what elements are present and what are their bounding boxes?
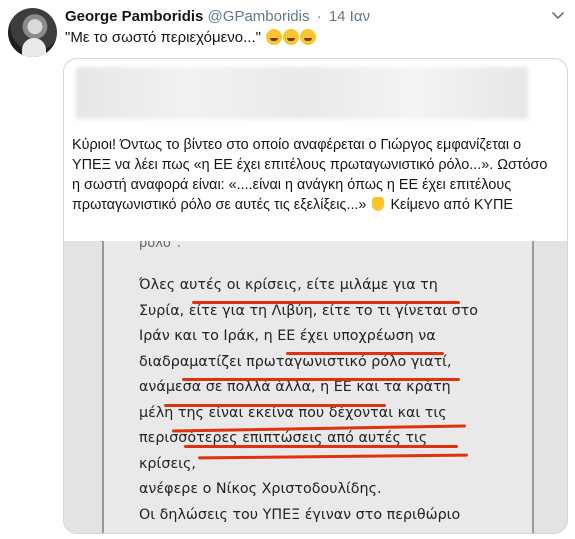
rofl-emoji-icon (300, 29, 317, 45)
tweet-text: "Με το σωστό περιεχόμενο..." (65, 28, 317, 48)
quoted-tweet-text: Κύριοι! Όντως το βίντεο στο οποίο αναφέρ… (72, 135, 558, 215)
tweet-header: George Pamboridis @GPamboridis · 14 Ιαν (65, 7, 545, 27)
tweet-text-body: "Με το σωστό περιεχόμενο..." (65, 29, 261, 46)
red-underline (184, 445, 458, 448)
doc-bottom-line: Οι δηλώσεις του ΥΠΕΞ έγιναν στο περιθώρι… (139, 507, 461, 523)
red-underline (192, 301, 460, 304)
tweet-time[interactable]: 14 Ιαν (329, 8, 370, 25)
blurred-header-image (76, 67, 528, 119)
pointing-down-emoji-icon (372, 197, 385, 211)
doc-paragraph: Όλες αυτές οι κρίσεις, είτε μιλάμε για τ… (139, 273, 479, 503)
red-underline (286, 352, 444, 355)
avatar[interactable] (8, 8, 57, 57)
document-text: ρόλο". Όλες αυτές οι κρίσεις, είτε μιλάμ… (139, 241, 479, 523)
red-underline (164, 404, 386, 407)
red-underline (182, 378, 460, 381)
quoted-tweet-card[interactable]: Κύριοι! Όντως το βίντεο στο οποίο αναφέρ… (63, 58, 568, 534)
doc-top-cut: ρόλο". (139, 241, 181, 251)
quoted-text-part2: Κείμενο από ΚΥΠΕ (390, 197, 514, 213)
author-name[interactable]: George Pamboridis (65, 8, 203, 25)
rofl-emoji-icon (283, 29, 300, 45)
doc-line: Όλες αυτές οι κρίσεις, είτε μιλάμε για τ… (139, 277, 438, 293)
doc-line: περισσότερες επιπτώσεις από αυτές τις κρ… (139, 430, 428, 472)
quoted-media-image[interactable]: ρόλο". Όλες αυτές οι κρίσεις, είτε μιλάμ… (64, 241, 567, 533)
doc-line: ανέφερε ο Νίκος Χριστοδουλίδης. (139, 481, 382, 497)
rofl-emoji-icon (266, 29, 283, 45)
separator-dot: · (316, 8, 322, 25)
author-handle[interactable]: @GPamboridis (208, 8, 310, 25)
chevron-down-icon[interactable] (551, 8, 565, 22)
doc-line: Ιράν και το Ιράκ, η ΕΕ έχει υποχρέωση να (139, 328, 436, 344)
